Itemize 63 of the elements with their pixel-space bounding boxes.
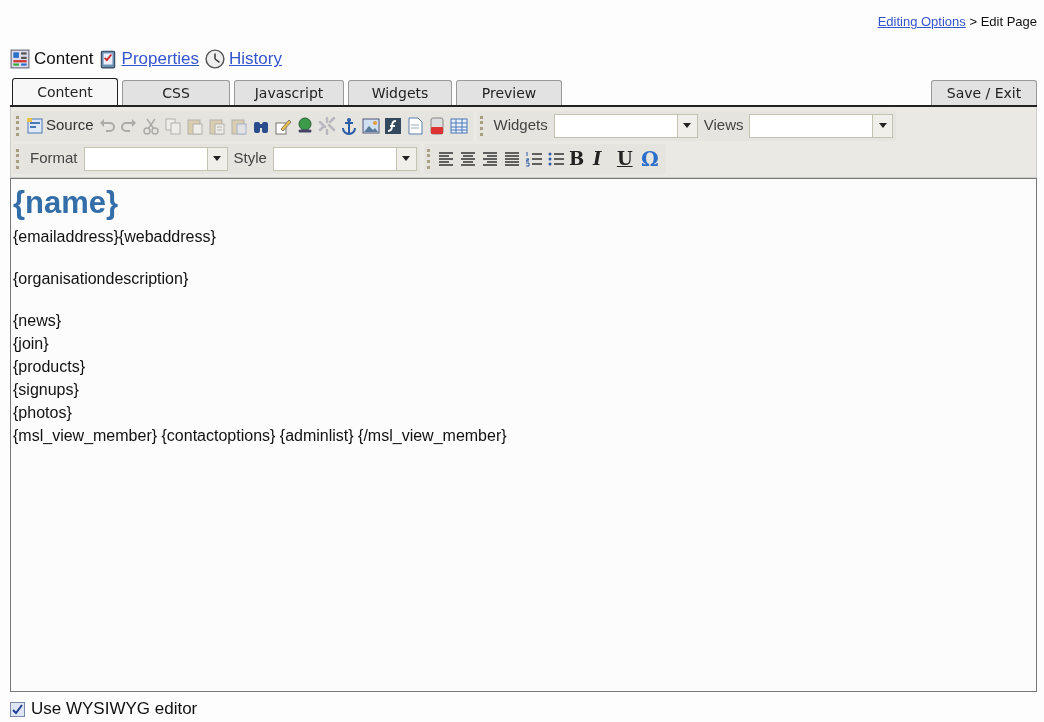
caret-icon [213,156,221,161]
table-button[interactable] [447,115,470,136]
caret-icon [878,123,887,128]
paste-icon [185,116,204,135]
image-button[interactable] [359,115,382,136]
justify-icon [502,149,521,168]
caret-icon [683,123,692,128]
clock-icon[interactable] [205,49,226,69]
caret-icon [402,156,411,161]
align-left-icon [436,149,455,168]
nav-link-text[interactable]: History [229,46,282,72]
tab[interactable]: Preview [456,80,562,105]
breadcrumb-separator: > [968,14,978,29]
unlink-icon [317,116,336,135]
page-icon [405,116,424,135]
special-character-button[interactable]: Ω [638,142,663,175]
bold-button[interactable]: B [566,144,591,173]
checkbox-label: Use WYSIWYG editor [31,698,198,721]
layout-icon [10,49,30,69]
save-exit-button[interactable]: Save / Exit [931,80,1037,105]
table-icon [449,116,468,135]
paste-word-icon [229,116,248,135]
dropdown-field[interactable] [272,146,417,171]
content-line: {organisationdescription} [13,268,190,289]
dropdown-label: Widgets [493,115,548,136]
redo-icon [119,116,138,135]
dropdown-label: Style [233,148,267,169]
image-icon [361,116,380,135]
dropdown-field[interactable] [83,146,228,171]
content-line: {photos} [13,402,73,423]
tab[interactable]: Widgets [348,80,452,105]
anchor-icon [339,116,358,135]
numbered-list-icon [524,149,543,168]
content-heading: {name} [13,185,120,221]
dropdown-label: Format [30,148,78,169]
source-icon [26,116,44,135]
wysiwyg-checkbox[interactable] [10,701,25,717]
content-line: {products} [13,356,87,377]
tab[interactable]: Content [12,78,118,105]
dropdown-label: Views [703,115,744,136]
source-button[interactable]: Source [24,113,96,138]
content-line: {msl_view_member} {contactoptions} {adminlist} {/msl_view_member} [13,425,508,446]
flash-icon [383,116,402,135]
breadcrumb-link[interactable]: Editing Options [877,14,966,29]
italic-button[interactable]: I [590,144,615,173]
scissors-icon [141,116,160,135]
breadcrumb-current: Edit Page [980,14,1037,29]
align-center-icon [458,149,477,168]
nav-link-text[interactable]: Properties [121,46,200,72]
content-line: {join} [13,333,50,354]
editor-area[interactable]: {name} {emailaddress}{webaddress} {organisationdescription} {news} {join} {products} {signups} {photos} {msl_view_member} {contactoptions} {adminlist} {/msl_view_member} [10,178,1037,692]
dropdown-field[interactable] [553,113,698,138]
content-line: {news} [13,310,63,331]
align-right-icon [480,149,499,168]
content-line: {emailaddress}{webaddress} [13,226,217,247]
page-section-label: Content [34,48,94,71]
dropdown-field[interactable] [749,113,894,138]
tab[interactable]: Javascript [234,80,344,105]
copy-icon [163,116,182,135]
content-line: {signups} [13,379,80,400]
underline-button[interactable]: U [614,144,639,173]
tab[interactable]: CSS [122,80,230,105]
paste-text-icon [207,116,226,135]
